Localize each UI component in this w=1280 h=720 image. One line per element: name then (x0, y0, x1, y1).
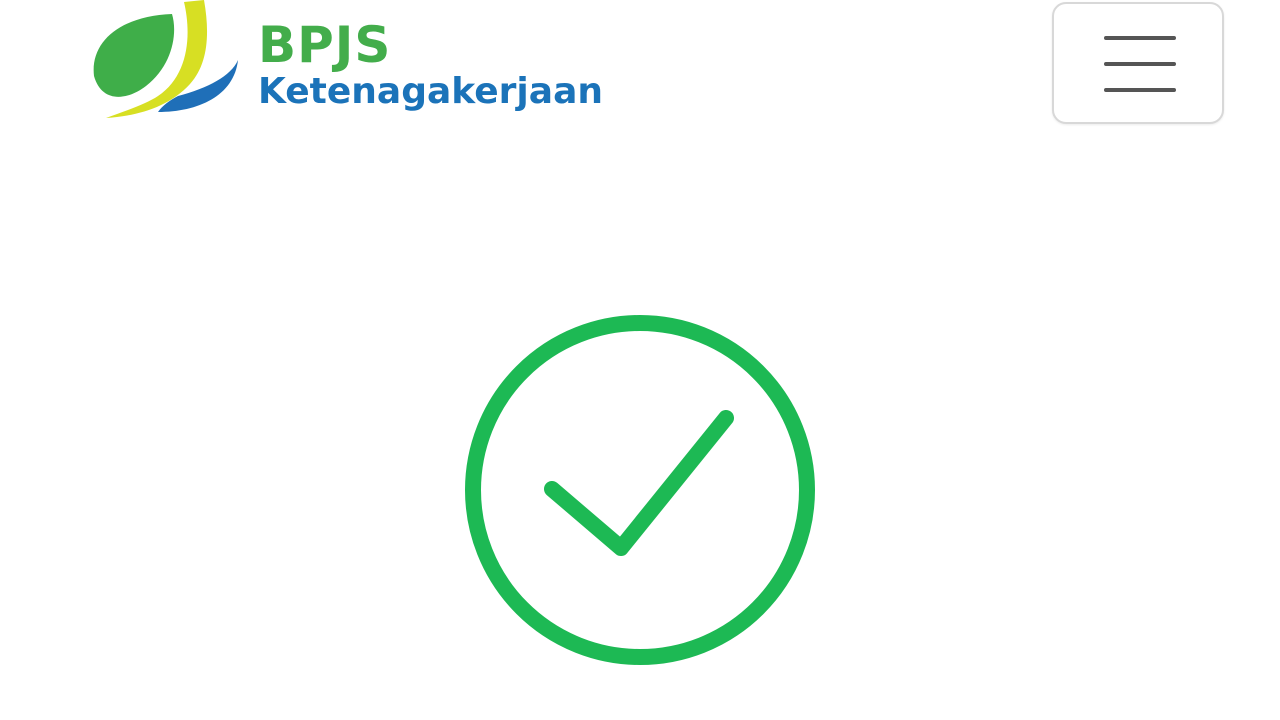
bpjs-logo-icon (93, 0, 238, 118)
success-indicator (460, 310, 820, 670)
hamburger-menu-icon (1104, 36, 1176, 40)
page: BPJS Ketenagakerjaan (0, 0, 1280, 720)
hamburger-menu-icon (1104, 88, 1176, 92)
hamburger-menu-icon (1104, 62, 1176, 66)
header: BPJS Ketenagakerjaan (0, 0, 1280, 140)
brand-logo[interactable]: BPJS Ketenagakerjaan (86, 0, 603, 122)
check-circle-icon (465, 315, 815, 665)
brand-wordmark: BPJS Ketenagakerjaan (258, 20, 603, 110)
menu-button[interactable] (1052, 2, 1224, 124)
brand-name-line1: BPJS (258, 16, 392, 74)
brand-name-line2: Ketenagakerjaan (258, 71, 603, 112)
